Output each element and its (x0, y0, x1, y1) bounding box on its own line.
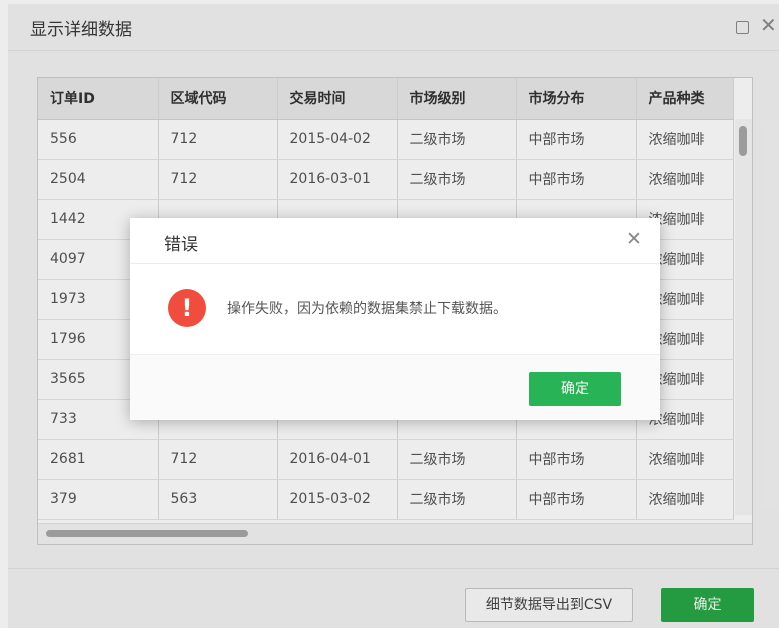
error-modal-footer: 确定 (130, 354, 660, 420)
error-message: 操作失败，因为依赖的数据集禁止下载数据。 (227, 301, 507, 317)
error-icon: ! (168, 289, 206, 327)
close-icon[interactable]: ✕ (626, 228, 642, 250)
error-modal: 错误 ✕ ! 操作失败，因为依赖的数据集禁止下载数据。 确定 (130, 218, 660, 420)
error-modal-header: 错误 ✕ (130, 218, 660, 264)
error-ok-button[interactable]: 确定 (529, 372, 621, 406)
error-modal-title: 错误 (164, 235, 198, 255)
